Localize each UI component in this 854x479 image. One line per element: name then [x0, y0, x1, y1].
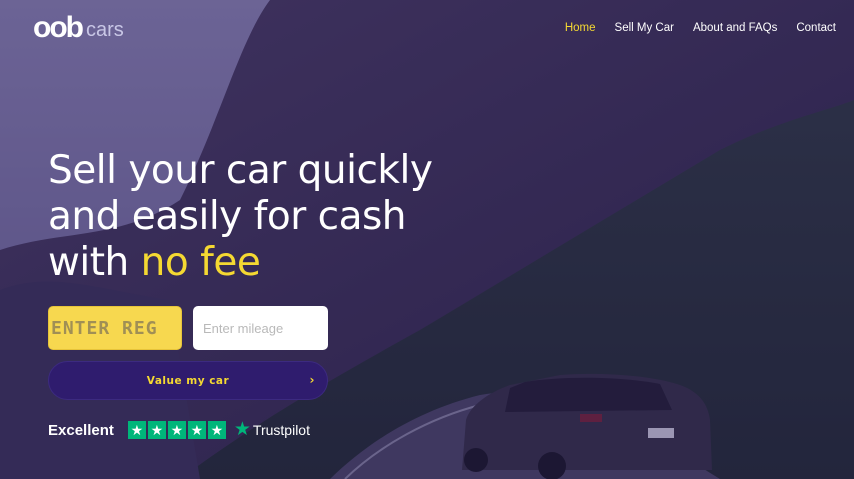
nav-about-faqs-link[interactable]: About and FAQs: [693, 22, 777, 34]
rating-stars: ★ ★ ★ ★ ★: [127, 421, 226, 439]
headline-line-3: with: [48, 240, 141, 285]
star-icon: ★: [187, 421, 206, 439]
value-my-car-button[interactable]: Value my car ›: [48, 361, 328, 400]
logo-text: cars: [85, 19, 124, 41]
trustpilot-rating[interactable]: Excellent ★ ★ ★ ★ ★ ★ Trustpilot: [48, 419, 310, 440]
star-icon: ★: [167, 421, 186, 439]
trustpilot-logo: ★ Trustpilot: [233, 419, 310, 440]
nav-sell-my-car-link[interactable]: Sell My Car: [615, 22, 674, 34]
star-icon: ★: [147, 421, 166, 439]
rating-label: Excellent: [48, 421, 114, 439]
hero-headline: Sell your car quickly and easily for cas…: [48, 148, 468, 286]
nav-contact-link[interactable]: Contact: [796, 22, 836, 34]
trustpilot-brand: Trustpilot: [252, 422, 310, 438]
star-icon: ★: [207, 421, 226, 439]
mileage-input[interactable]: [193, 306, 328, 350]
logo-mark: oob: [33, 11, 84, 44]
site-logo[interactable]: oob cars: [33, 12, 124, 44]
value-my-car-label: Value my car: [146, 374, 230, 387]
reg-input[interactable]: [48, 306, 182, 350]
trustpilot-star-icon: ★: [233, 419, 251, 440]
headline-highlight: no fee: [140, 240, 261, 285]
nav-home-link[interactable]: Home: [565, 22, 596, 34]
chevron-right-icon: ›: [309, 373, 315, 387]
headline-line-1: Sell your car quickly: [48, 148, 433, 193]
headline-line-2: and easily for cash: [48, 194, 407, 239]
star-icon: ★: [127, 421, 146, 439]
main-nav: Home Sell My Car About and FAQs Contact: [565, 22, 836, 34]
